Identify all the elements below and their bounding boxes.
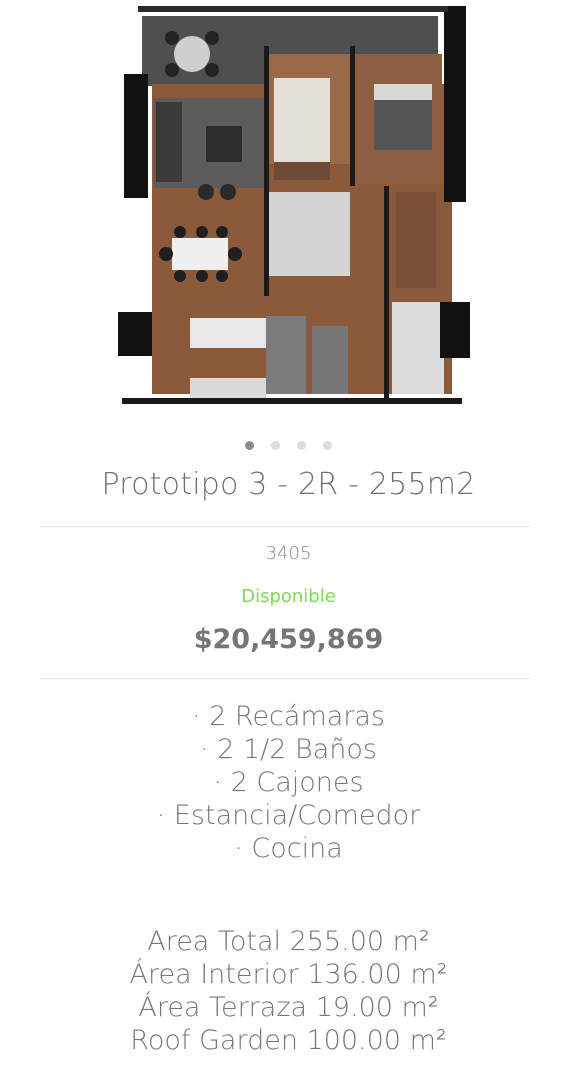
- area-item: Roof Garden 100.00 m²: [130, 1025, 447, 1056]
- listing-title: Prototipo 3 - 2R - 255m2: [101, 467, 476, 502]
- feature-list: · 2 Recámaras · 2 1/2 Baños · 2 Cajones …: [0, 700, 577, 865]
- area-item: Área Interior 136.00 m²: [129, 959, 448, 990]
- price: $20,459,869: [193, 624, 384, 655]
- feature-item: · Estancia/Comedor: [156, 800, 421, 831]
- availability-status: Disponible: [241, 586, 336, 607]
- feature-item: · 2 Recámaras: [191, 701, 386, 732]
- area-item: Área Terraza 19.00 m²: [138, 992, 439, 1023]
- feature-item: · Cocina: [234, 833, 343, 864]
- area-list: Area Total 255.00 m² Área Interior 136.0…: [0, 925, 577, 1057]
- carousel-dot-3[interactable]: [297, 441, 306, 450]
- divider-top: [40, 526, 530, 527]
- area-item: Area Total 255.00 m²: [147, 926, 430, 957]
- unit-number: 3405: [265, 543, 312, 564]
- divider-bottom: [40, 678, 530, 679]
- carousel-dot-1[interactable]: [245, 441, 254, 450]
- floor-plan-image: [118, 6, 470, 404]
- carousel-dot-2[interactable]: [271, 441, 280, 450]
- carousel-indicator[interactable]: [0, 441, 577, 450]
- feature-item: · 2 Cajones: [213, 767, 364, 798]
- feature-item: · 2 1/2 Baños: [200, 734, 377, 765]
- carousel-dot-4[interactable]: [323, 441, 332, 450]
